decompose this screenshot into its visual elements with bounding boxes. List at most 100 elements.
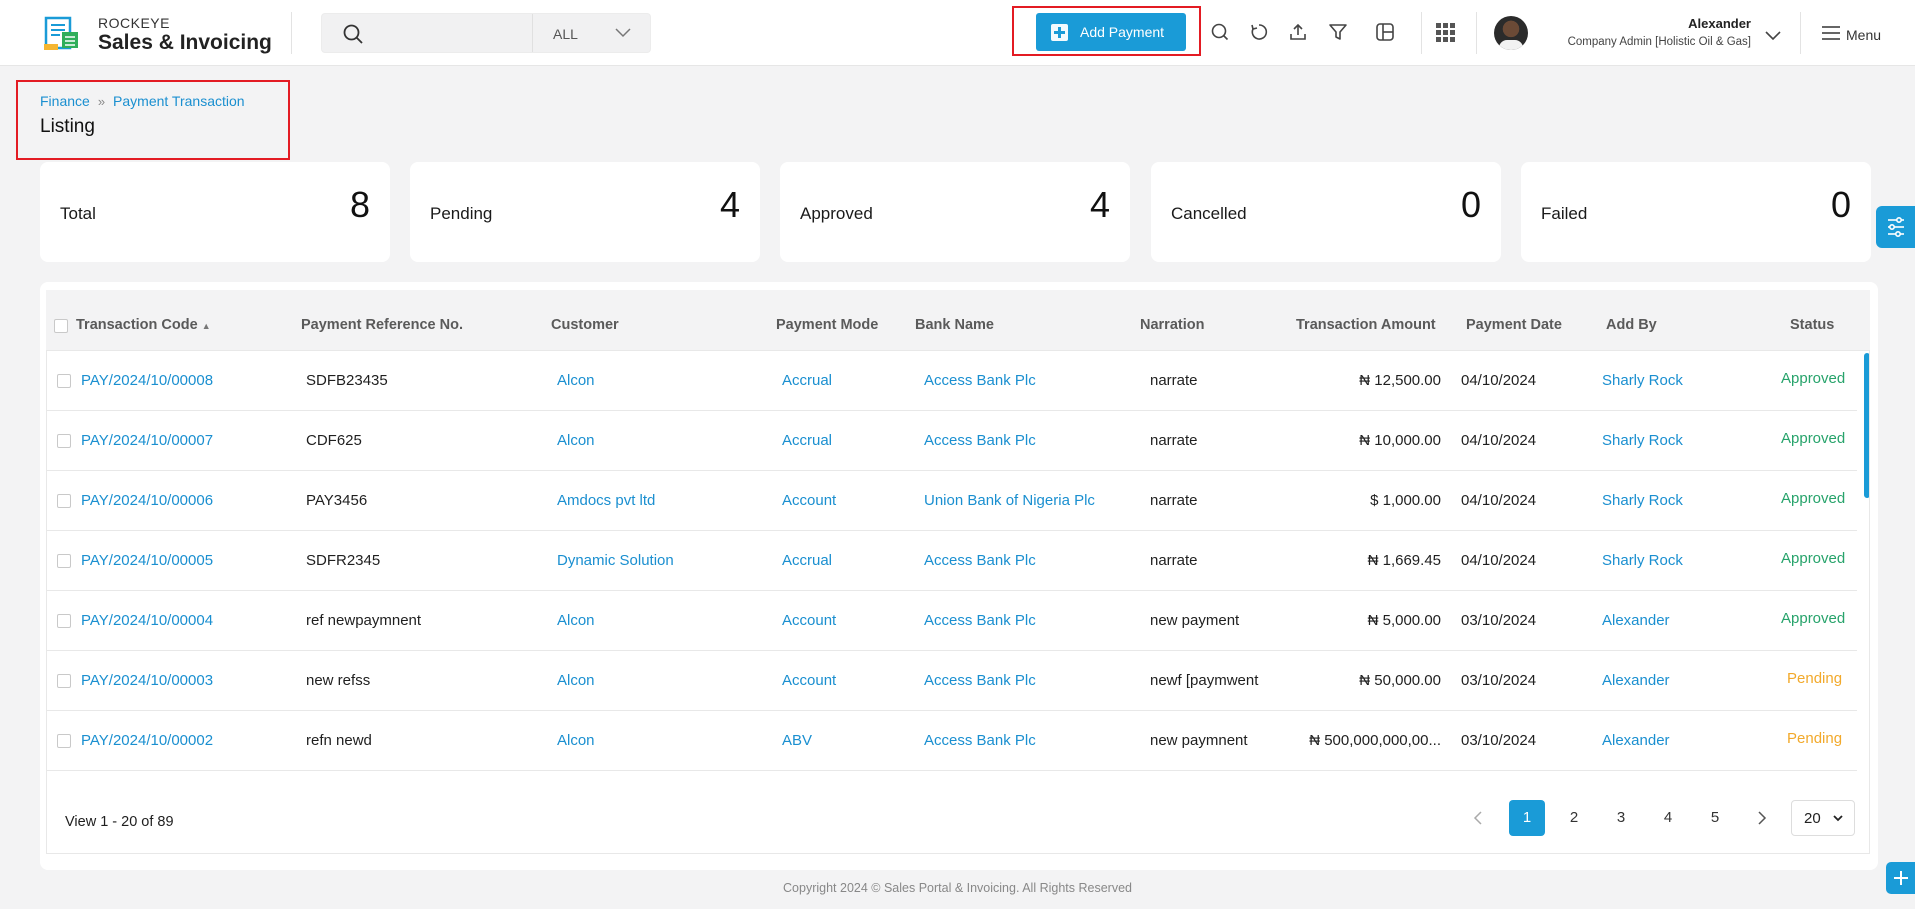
customer[interactable]: Amdocs pvt ltd [557, 492, 655, 509]
payment-mode[interactable]: Accrual [782, 432, 832, 449]
row-checkbox[interactable] [57, 434, 71, 448]
row-checkbox[interactable] [57, 554, 71, 568]
search-filter-select[interactable]: ALL [532, 14, 652, 52]
search-filter-value: ALL [553, 26, 578, 42]
col-payment-mode[interactable]: Payment Mode [776, 317, 878, 333]
upload-icon[interactable] [1287, 21, 1309, 43]
row-checkbox[interactable] [57, 674, 71, 688]
transaction-code[interactable]: PAY/2024/10/00008 [81, 372, 213, 389]
search-icon[interactable] [1209, 21, 1231, 43]
prev-page-button[interactable] [1460, 800, 1496, 836]
add-payment-button[interactable]: Add Payment [1036, 13, 1186, 51]
scrollbar-thumb[interactable] [1864, 353, 1869, 498]
payment-mode[interactable]: Accrual [782, 372, 832, 389]
payment-mode[interactable]: Account [782, 672, 836, 689]
added-by[interactable]: Sharly Rock [1602, 372, 1683, 389]
bank-name[interactable]: Access Bank Plc [924, 372, 1036, 389]
page-size-select[interactable]: 20 [1791, 800, 1855, 836]
payment-mode[interactable]: ABV [782, 732, 812, 749]
page-4[interactable]: 4 [1650, 800, 1686, 836]
avatar[interactable] [1494, 16, 1528, 50]
row-checkbox[interactable] [57, 614, 71, 628]
bank-name[interactable]: Access Bank Plc [924, 732, 1036, 749]
transaction-code[interactable]: PAY/2024/10/00007 [81, 432, 213, 449]
stat-card-failed[interactable]: Failed 0 [1521, 162, 1871, 262]
col-narration[interactable]: Narration [1140, 317, 1204, 333]
col-add-by[interactable]: Add By [1606, 317, 1657, 333]
bank-name[interactable]: Access Bank Plc [924, 672, 1036, 689]
breadcrumb-finance[interactable]: Finance [40, 93, 90, 109]
footer-copyright: Copyright 2024 © Sales Portal & Invoicin… [783, 881, 1132, 895]
select-all-checkbox[interactable] [54, 319, 68, 333]
stat-card-approved[interactable]: Approved 4 [780, 162, 1130, 262]
row-checkbox[interactable] [57, 494, 71, 508]
refresh-icon[interactable] [1248, 21, 1270, 43]
transaction-amount: ₦ 1,669.45 [1367, 552, 1441, 569]
stat-card-total[interactable]: Total 8 [40, 162, 390, 262]
row-checkbox[interactable] [57, 374, 71, 388]
settings-side-tab[interactable] [1876, 206, 1915, 248]
breadcrumb-payment-transaction[interactable]: Payment Transaction [113, 93, 245, 109]
narration: new paymnent [1150, 732, 1248, 749]
transaction-code[interactable]: PAY/2024/10/00002 [81, 732, 213, 749]
quick-add-button[interactable] [1886, 862, 1915, 894]
customer[interactable]: Alcon [557, 732, 595, 749]
row-checkbox[interactable] [57, 734, 71, 748]
brand-top: ROCKEYE [98, 15, 170, 31]
columns-icon[interactable] [1374, 21, 1396, 43]
added-by[interactable]: Alexander [1602, 672, 1670, 689]
payment-mode[interactable]: Account [782, 612, 836, 629]
page-1[interactable]: 1 [1509, 800, 1545, 836]
chevron-down-icon[interactable] [1762, 24, 1784, 46]
next-page-button[interactable] [1744, 800, 1780, 836]
added-by[interactable]: Sharly Rock [1602, 492, 1683, 509]
search-input[interactable] [370, 22, 520, 44]
stat-label: Pending [430, 204, 493, 223]
page-3[interactable]: 3 [1603, 800, 1639, 836]
filter-icon[interactable] [1327, 21, 1349, 43]
payment-mode[interactable]: Accrual [782, 552, 832, 569]
col-status[interactable]: Status [1790, 317, 1834, 333]
customer[interactable]: Alcon [557, 372, 595, 389]
transaction-code[interactable]: PAY/2024/10/00003 [81, 672, 213, 689]
payment-reference: SDFR2345 [306, 552, 381, 569]
payment-date: 04/10/2024 [1461, 552, 1537, 569]
user-name[interactable]: Alexander [1688, 16, 1751, 31]
transaction-code[interactable]: PAY/2024/10/00006 [81, 492, 213, 509]
bank-name[interactable]: Access Bank Plc [924, 552, 1036, 569]
customer[interactable]: Alcon [557, 432, 595, 449]
stat-card-pending[interactable]: Pending 4 [410, 162, 760, 262]
customer[interactable]: Alcon [557, 612, 595, 629]
transaction-amount: ₦ 10,000.00 [1359, 432, 1441, 449]
col-bank-name[interactable]: Bank Name [915, 317, 994, 333]
col-customer[interactable]: Customer [551, 317, 619, 333]
narration: new payment [1150, 612, 1240, 629]
transaction-code[interactable]: PAY/2024/10/00004 [81, 612, 213, 629]
stat-card-cancelled[interactable]: Cancelled 0 [1151, 162, 1501, 262]
customer[interactable]: Alcon [557, 672, 595, 689]
stat-label: Approved [800, 204, 873, 223]
added-by[interactable]: Alexander [1602, 732, 1670, 749]
customer[interactable]: Dynamic Solution [557, 552, 674, 569]
bank-name[interactable]: Access Bank Plc [924, 432, 1036, 449]
col-transaction-amount[interactable]: Transaction Amount [1296, 317, 1436, 333]
col-payment-date[interactable]: Payment Date [1466, 317, 1562, 333]
view-info: View 1 - 20 of 89 [65, 814, 174, 830]
brand[interactable]: ROCKEYE Sales & Invoicing [98, 15, 272, 55]
transaction-code[interactable]: PAY/2024/10/00005 [81, 552, 213, 569]
added-by[interactable]: Sharly Rock [1602, 432, 1683, 449]
page-5[interactable]: 5 [1697, 800, 1733, 836]
bank-name[interactable]: Union Bank of Nigeria Plc [924, 492, 1095, 509]
page-2[interactable]: 2 [1556, 800, 1592, 836]
payment-mode[interactable]: Account [782, 492, 836, 509]
top-header: ROCKEYE Sales & Invoicing ALL Add Paymen… [0, 0, 1915, 66]
payment-reference: refn newd [306, 732, 372, 749]
menu-label[interactable]: Menu [1822, 27, 1881, 43]
transaction-amount: ₦ 5,000.00 [1367, 612, 1441, 629]
bank-name[interactable]: Access Bank Plc [924, 612, 1036, 629]
added-by[interactable]: Sharly Rock [1602, 552, 1683, 569]
col-transaction-code[interactable]: Transaction Code ▲ [76, 317, 211, 333]
apps-grid-icon[interactable] [1434, 21, 1456, 43]
col-payment-reference[interactable]: Payment Reference No. [301, 317, 463, 333]
added-by[interactable]: Alexander [1602, 612, 1670, 629]
